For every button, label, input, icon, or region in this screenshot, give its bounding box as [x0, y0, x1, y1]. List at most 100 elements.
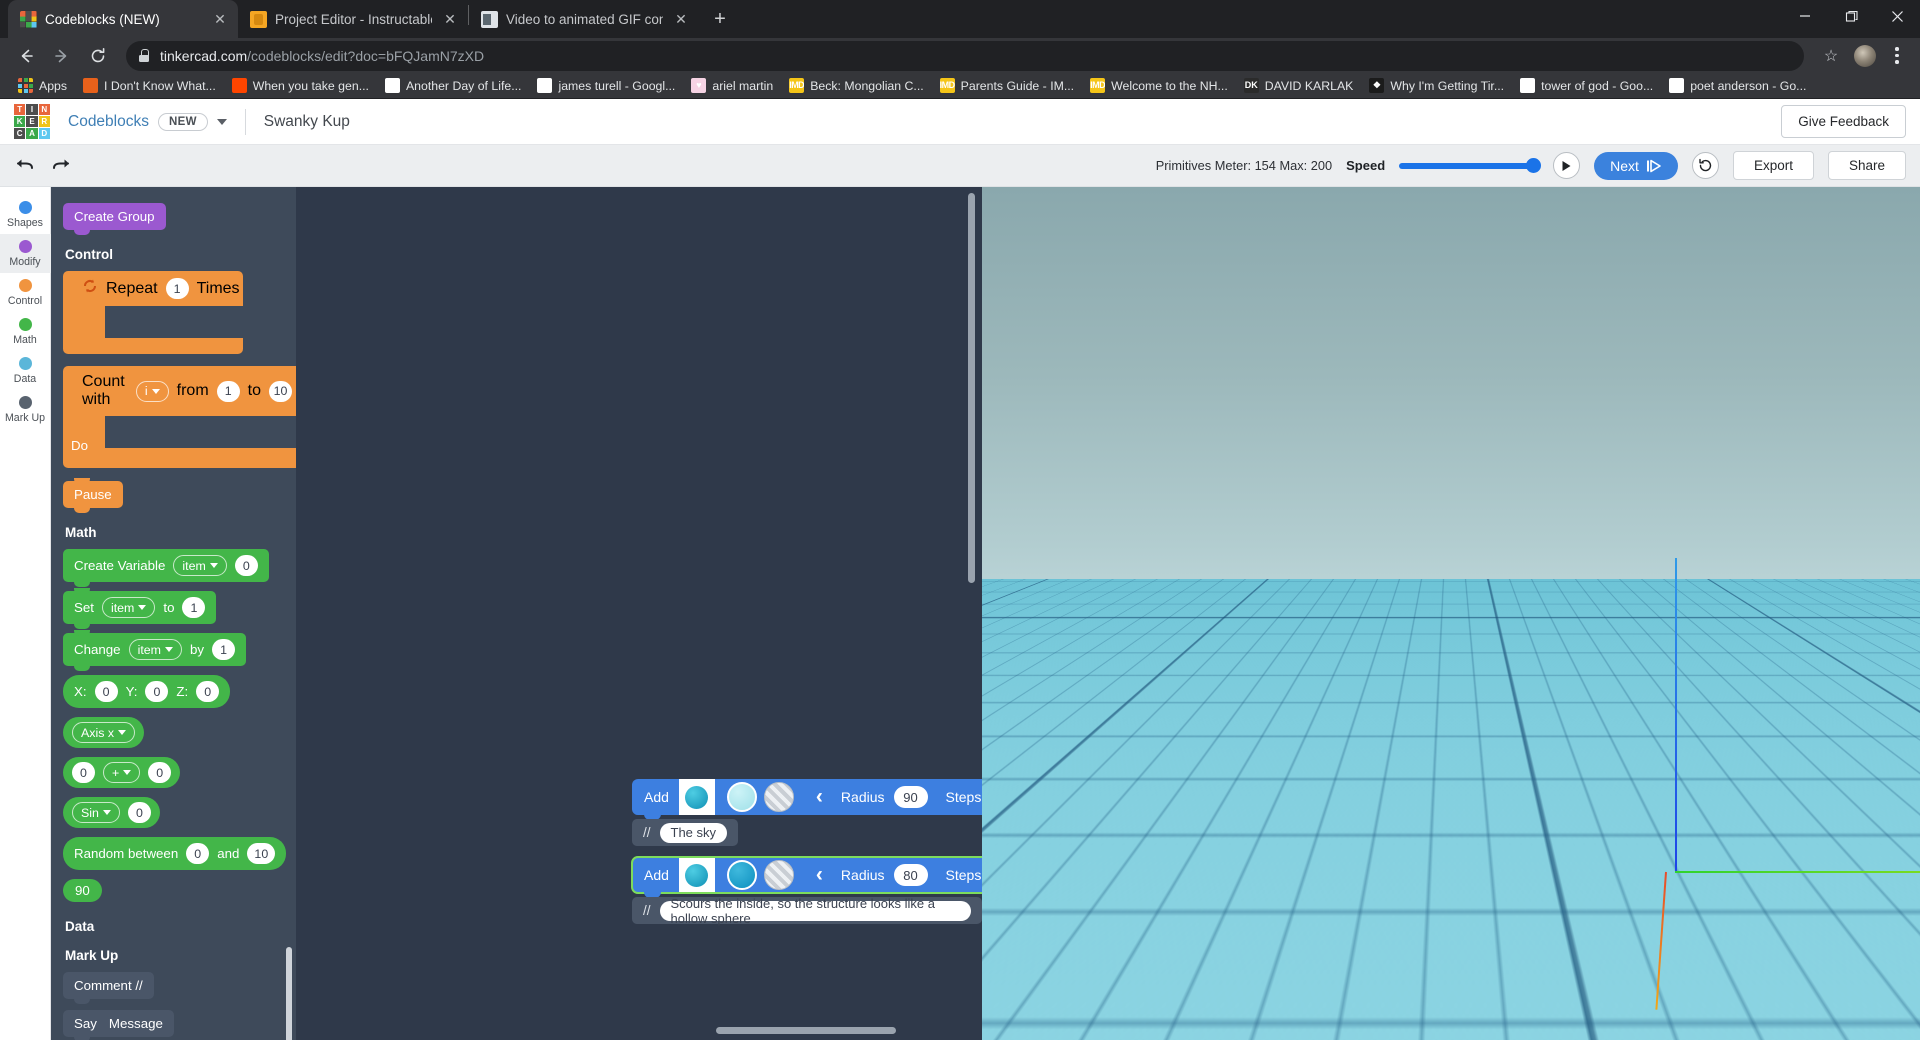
- bookmark-item-3[interactable]: W Another Day of Life...: [377, 74, 530, 98]
- block-create-group[interactable]: Create Group: [63, 203, 166, 235]
- bookmark-item-8[interactable]: IMDb Welcome to the NH...: [1082, 74, 1236, 98]
- tinkercad-logo[interactable]: TINKERCAD: [14, 103, 50, 140]
- code-workspace[interactable]: Add ‹ Radius 90 Steps 18 // The sky: [296, 187, 982, 1040]
- hatch-swatch-icon[interactable]: [763, 782, 794, 812]
- trig-dropdown[interactable]: Sin: [72, 802, 120, 823]
- browser-tab-0[interactable]: Codeblocks (NEW) ✕: [8, 0, 238, 38]
- bookmark-item-9[interactable]: DK DAVID KARLAK: [1236, 74, 1362, 98]
- comment-text[interactable]: The sky: [659, 822, 728, 843]
- chevron-left-icon[interactable]: ‹: [816, 863, 823, 887]
- forward-icon[interactable]: [46, 40, 78, 72]
- back-icon[interactable]: [10, 40, 42, 72]
- set-value[interactable]: 1: [182, 597, 206, 618]
- bookmark-item-0[interactable]: Apps: [10, 74, 75, 98]
- chrome-menu-icon[interactable]: [1884, 41, 1910, 71]
- z-value[interactable]: 0: [196, 681, 220, 702]
- close-icon[interactable]: ✕: [210, 9, 230, 29]
- rail-item-modify[interactable]: Modify: [0, 234, 51, 273]
- browser-tab-1[interactable]: Project Editor - Instructables ✕: [238, 0, 468, 38]
- close-icon[interactable]: ✕: [440, 9, 460, 29]
- operand-a[interactable]: 0: [72, 762, 95, 783]
- block-trig[interactable]: Sin 0: [63, 797, 160, 828]
- block-number[interactable]: 90: [63, 879, 102, 902]
- block-axis[interactable]: Axis x: [63, 717, 145, 748]
- count-from-value[interactable]: 1: [216, 380, 240, 402]
- rail-item-data[interactable]: Data: [0, 351, 51, 390]
- bookmark-item-4[interactable]: Gjames turell - Googl...: [529, 74, 683, 98]
- document-title[interactable]: Swanky Kup: [264, 113, 350, 131]
- bookmark-item-2[interactable]: When you take gen...: [224, 74, 377, 98]
- bookmark-item-1[interactable]: I Don't Know What...: [75, 74, 224, 98]
- bookmark-item-7[interactable]: IMDb Parents Guide - IM...: [932, 74, 1082, 98]
- canvas-block-comment-1[interactable]: // The sky: [632, 819, 739, 846]
- speed-slider[interactable]: [1399, 156, 1542, 176]
- block-say[interactable]: Say Message: [63, 1010, 174, 1040]
- change-variable-dropdown[interactable]: item: [128, 639, 182, 660]
- palette-scrollbar[interactable]: [286, 947, 292, 1040]
- repeat-times-value[interactable]: 1: [165, 278, 189, 299]
- rail-item-mark-up[interactable]: Mark Up: [0, 390, 51, 429]
- canvas-block-add-shape-2[interactable]: Add ‹ Radius 80 Steps 18: [631, 856, 982, 898]
- operand-b[interactable]: 0: [148, 762, 172, 783]
- browser-tab-2[interactable]: Video to animated GIF converter ✕: [469, 0, 699, 38]
- chevron-down-icon[interactable]: [216, 118, 227, 125]
- rail-item-shapes[interactable]: Shapes: [0, 195, 51, 234]
- bookmark-item-12[interactable]: Gpoet anderson - Go...: [1661, 74, 1814, 98]
- reload-icon[interactable]: [82, 40, 114, 72]
- bookmark-item-11[interactable]: Gtower of god - Goo...: [1512, 74, 1661, 98]
- undo-icon[interactable]: [14, 156, 34, 176]
- bookmark-star-icon[interactable]: ☆: [1816, 41, 1846, 71]
- slider-knob[interactable]: [1526, 158, 1542, 173]
- count-variable-dropdown[interactable]: i: [135, 380, 169, 402]
- minimize-icon[interactable]: [1782, 0, 1828, 32]
- comment-text[interactable]: Scours the inside, so the structure look…: [659, 896, 971, 926]
- address-bar[interactable]: tinkercad.com/codeblocks/edit?doc=bFQJam…: [126, 40, 1804, 71]
- restart-button[interactable]: [1691, 152, 1719, 179]
- rail-item-math[interactable]: Math: [0, 312, 51, 351]
- x-value[interactable]: 0: [94, 681, 118, 702]
- give-feedback-button[interactable]: Give Feedback: [1781, 105, 1906, 138]
- set-variable-dropdown[interactable]: item: [101, 597, 156, 618]
- variable-value[interactable]: 0: [234, 555, 258, 576]
- block-repeat[interactable]: Repeat 1 Times: [63, 271, 243, 354]
- bookmark-item-5[interactable]: ♥ ariel martin: [683, 74, 781, 98]
- canvas-block-add-shape-1[interactable]: Add ‹ Radius 90 Steps 18: [632, 779, 982, 820]
- block-random[interactable]: Random between 0 and 10: [63, 837, 287, 870]
- redo-icon[interactable]: [52, 156, 72, 176]
- shape-swatch[interactable]: [678, 857, 715, 893]
- block-create-variable[interactable]: Create Variable item 0: [63, 549, 269, 587]
- play-button[interactable]: [1553, 152, 1581, 179]
- chevron-left-icon[interactable]: ‹: [816, 785, 823, 809]
- next-button[interactable]: Next: [1594, 151, 1678, 180]
- close-window-icon[interactable]: [1874, 0, 1920, 32]
- avatar[interactable]: [1854, 44, 1876, 67]
- block-count-with[interactable]: Count with i from 1 to 10 Do: [63, 366, 296, 468]
- share-button[interactable]: Share: [1827, 151, 1906, 180]
- color-option-light[interactable]: [726, 782, 757, 812]
- bookmark-item-10[interactable]: ❖ Why I'm Getting Tir...: [1361, 74, 1512, 98]
- axis-dropdown[interactable]: Axis x: [72, 722, 136, 743]
- block-comment[interactable]: Comment //: [63, 972, 154, 1004]
- radius-value[interactable]: 90: [893, 786, 928, 808]
- shape-swatch[interactable]: [678, 779, 715, 815]
- brand-group[interactable]: Codeblocks NEW: [68, 112, 227, 131]
- rail-item-control[interactable]: Control: [0, 273, 51, 312]
- random-min[interactable]: 0: [186, 843, 210, 864]
- block-pause[interactable]: Pause: [63, 478, 123, 513]
- block-arithmetic[interactable]: 0 + 0: [63, 757, 181, 788]
- maximize-icon[interactable]: [1828, 0, 1874, 32]
- y-value[interactable]: 0: [145, 681, 169, 702]
- random-max[interactable]: 10: [247, 843, 276, 864]
- canvas-block-comment-2[interactable]: // Scours the inside, so the structure l…: [632, 896, 982, 926]
- operator-dropdown[interactable]: +: [103, 762, 141, 783]
- block-xyz[interactable]: X: 0 Y: 0 Z: 0: [63, 675, 231, 708]
- count-to-value[interactable]: 10: [269, 380, 292, 402]
- radius-value[interactable]: 80: [893, 864, 928, 886]
- close-icon[interactable]: ✕: [671, 9, 691, 29]
- workspace-scrollbar-vertical[interactable]: [968, 193, 975, 583]
- change-value[interactable]: 1: [212, 639, 236, 660]
- new-tab-button[interactable]: +: [705, 4, 735, 34]
- block-set-variable[interactable]: Set item to 1: [63, 588, 217, 629]
- export-button[interactable]: Export: [1732, 151, 1814, 180]
- workspace-scrollbar-horizontal[interactable]: [716, 1027, 896, 1034]
